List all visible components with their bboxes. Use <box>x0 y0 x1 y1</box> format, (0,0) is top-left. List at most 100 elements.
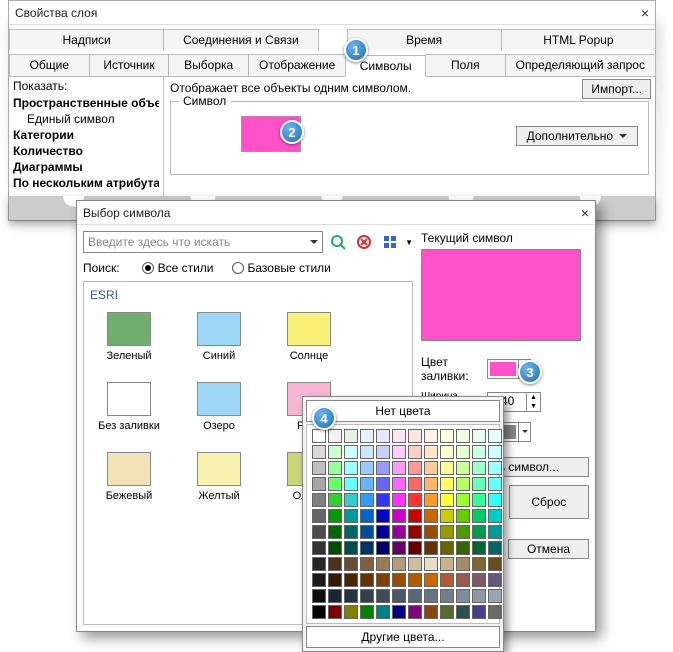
color-swatch[interactable] <box>392 429 406 443</box>
color-swatch[interactable] <box>456 557 470 571</box>
color-swatch[interactable] <box>344 541 358 555</box>
color-swatch[interactable] <box>424 589 438 603</box>
color-swatch[interactable] <box>472 493 486 507</box>
tab-labels[interactable]: Надписи <box>9 29 164 50</box>
color-swatch[interactable] <box>472 541 486 555</box>
color-swatch[interactable] <box>328 445 342 459</box>
color-swatch[interactable] <box>360 605 374 619</box>
color-swatch[interactable] <box>328 525 342 539</box>
color-swatch[interactable] <box>360 461 374 475</box>
color-swatch[interactable] <box>344 557 358 571</box>
color-swatch[interactable] <box>456 525 470 539</box>
color-swatch[interactable] <box>360 573 374 587</box>
color-swatch[interactable] <box>328 461 342 475</box>
color-swatch[interactable] <box>424 525 438 539</box>
color-swatch[interactable] <box>312 445 326 459</box>
color-swatch[interactable] <box>456 429 470 443</box>
color-swatch[interactable] <box>488 429 502 443</box>
color-swatch[interactable] <box>344 605 358 619</box>
tree-charts[interactable]: Диаграммы <box>13 159 159 175</box>
tab-selection[interactable]: Выборка <box>168 54 249 76</box>
color-swatch[interactable] <box>328 541 342 555</box>
color-swatch[interactable] <box>328 605 342 619</box>
color-swatch[interactable] <box>392 541 406 555</box>
tab-htmlpopup[interactable]: HTML Popup <box>501 29 656 50</box>
color-swatch[interactable] <box>344 525 358 539</box>
color-swatch[interactable] <box>344 509 358 523</box>
color-swatch[interactable] <box>424 429 438 443</box>
color-swatch[interactable] <box>440 589 454 603</box>
color-swatch[interactable] <box>360 429 374 443</box>
color-swatch[interactable] <box>440 525 454 539</box>
color-swatch[interactable] <box>408 541 422 555</box>
color-swatch[interactable] <box>472 509 486 523</box>
color-swatch[interactable] <box>440 557 454 571</box>
color-swatch[interactable] <box>376 541 390 555</box>
color-swatch[interactable] <box>440 605 454 619</box>
color-swatch[interactable] <box>408 493 422 507</box>
color-swatch[interactable] <box>392 525 406 539</box>
color-swatch[interactable] <box>472 573 486 587</box>
color-swatch[interactable] <box>376 589 390 603</box>
color-swatch[interactable] <box>312 573 326 587</box>
color-swatch[interactable] <box>344 461 358 475</box>
tab-display[interactable]: Отображение <box>248 54 346 76</box>
color-swatch[interactable] <box>408 429 422 443</box>
gallery-item[interactable]: Зеленый <box>96 312 162 362</box>
color-swatch[interactable] <box>360 589 374 603</box>
color-swatch[interactable] <box>344 445 358 459</box>
color-swatch[interactable] <box>488 445 502 459</box>
color-swatch[interactable] <box>456 477 470 491</box>
color-swatch[interactable] <box>472 477 486 491</box>
color-swatch[interactable] <box>360 493 374 507</box>
color-swatch[interactable] <box>456 541 470 555</box>
color-swatch[interactable] <box>424 477 438 491</box>
color-swatch[interactable] <box>472 589 486 603</box>
tree-multiple[interactable]: По нескольким атрибутам <box>13 175 159 191</box>
color-swatch[interactable] <box>488 525 502 539</box>
color-swatch[interactable] <box>376 445 390 459</box>
color-swatch[interactable] <box>440 509 454 523</box>
color-swatch[interactable] <box>312 589 326 603</box>
color-swatch[interactable] <box>408 557 422 571</box>
search-icon[interactable] <box>327 231 349 253</box>
gallery-item[interactable]: Синий <box>186 312 252 362</box>
color-swatch[interactable] <box>408 477 422 491</box>
tree-categories[interactable]: Категории <box>13 127 159 143</box>
color-swatch[interactable] <box>488 493 502 507</box>
color-swatch[interactable] <box>344 573 358 587</box>
color-swatch[interactable] <box>376 429 390 443</box>
tab-defquery[interactable]: Определяющий запрос <box>505 54 656 76</box>
color-swatch[interactable] <box>312 461 326 475</box>
color-swatch[interactable] <box>440 461 454 475</box>
color-swatch[interactable] <box>376 493 390 507</box>
color-swatch[interactable] <box>376 477 390 491</box>
color-swatch[interactable] <box>392 477 406 491</box>
color-swatch[interactable] <box>488 557 502 571</box>
color-swatch[interactable] <box>376 557 390 571</box>
chevron-down-icon[interactable]: ▼ <box>405 238 413 247</box>
color-swatch[interactable] <box>488 541 502 555</box>
color-swatch[interactable] <box>392 605 406 619</box>
color-swatch[interactable] <box>328 429 342 443</box>
color-swatch[interactable] <box>472 525 486 539</box>
color-swatch[interactable] <box>360 525 374 539</box>
color-swatch[interactable] <box>472 557 486 571</box>
color-swatch[interactable] <box>440 573 454 587</box>
cancel-button[interactable]: Отмена <box>508 539 589 559</box>
color-swatch[interactable] <box>408 445 422 459</box>
color-swatch[interactable] <box>312 525 326 539</box>
color-swatch[interactable] <box>392 461 406 475</box>
color-swatch[interactable] <box>456 605 470 619</box>
color-swatch[interactable] <box>376 461 390 475</box>
color-swatch[interactable] <box>440 429 454 443</box>
color-swatch[interactable] <box>328 477 342 491</box>
tree-single-symbol[interactable]: Единый символ <box>13 111 159 127</box>
color-swatch[interactable] <box>440 445 454 459</box>
color-swatch[interactable] <box>392 445 406 459</box>
color-swatch[interactable] <box>392 557 406 571</box>
view-icon[interactable] <box>379 231 401 253</box>
color-swatch[interactable] <box>408 509 422 523</box>
color-swatch[interactable] <box>456 445 470 459</box>
color-swatch[interactable] <box>408 525 422 539</box>
